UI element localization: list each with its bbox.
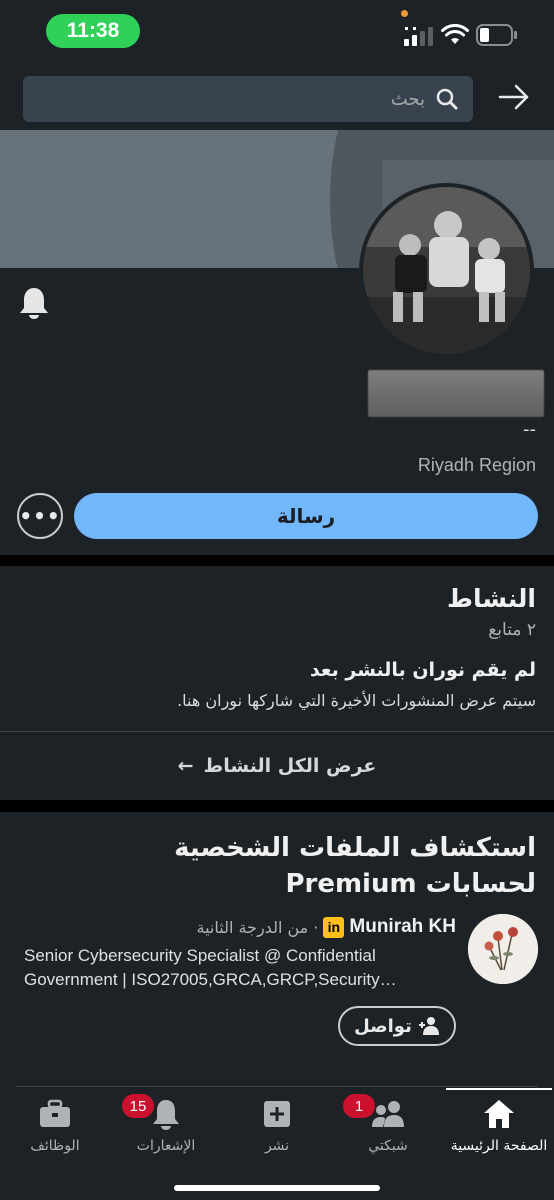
nav-home-label: الصفحة الرئيسية bbox=[450, 1138, 548, 1154]
bottom-navigation: الصفحة الرئيسية شبكتي 1 نشر الإشعارات 15… bbox=[0, 1088, 554, 1200]
linkedin-premium-badge-icon: in bbox=[323, 916, 345, 938]
recommendation-name[interactable]: Munirah KH bbox=[349, 916, 456, 938]
profile-headline: -- bbox=[523, 419, 536, 440]
divider bbox=[16, 1086, 538, 1087]
profile-name-redacted bbox=[368, 370, 544, 417]
avatar-photo bbox=[363, 187, 530, 354]
followers-count[interactable]: ٢ متابع bbox=[488, 620, 536, 640]
back-arrow-icon[interactable] bbox=[498, 82, 530, 112]
arrow-left-icon: ← bbox=[177, 755, 194, 777]
profile-avatar[interactable] bbox=[359, 183, 534, 358]
active-tab-indicator bbox=[446, 1088, 552, 1090]
profile-location: Riyadh Region bbox=[417, 455, 536, 475]
explore-title: استكشاف الملفات الشخصية لحسابات Premium bbox=[174, 833, 536, 899]
search-placeholder: بحث bbox=[390, 88, 425, 110]
nav-notifications-label: الإشعارات bbox=[136, 1138, 196, 1154]
explore-premium-section: استكشاف الملفات الشخصية لحسابات Premium … bbox=[0, 812, 554, 1088]
nav-post-label: نشر bbox=[264, 1138, 290, 1154]
nav-jobs[interactable]: الوظائف bbox=[0, 1096, 110, 1154]
recommendation-headline: Senior Cybersecurity Specialist @ Confid… bbox=[24, 946, 397, 989]
follow-bell-icon[interactable] bbox=[18, 286, 50, 320]
activity-section: النشاط ٢ متابع لم يقم نوران بالنشر بعد س… bbox=[0, 566, 554, 800]
battery-icon bbox=[476, 24, 517, 46]
search-icon bbox=[436, 88, 458, 110]
activity-empty-subtitle: سيتم عرض المنشورات الأخيرة التي شاركها ن… bbox=[177, 691, 536, 710]
add-person-icon bbox=[418, 1017, 439, 1035]
notifications-badge: 15 bbox=[122, 1094, 154, 1118]
show-all-activity-button[interactable]: عرض الكل النشاط ← bbox=[0, 732, 554, 800]
more-options-button[interactable]: ••• bbox=[17, 493, 63, 539]
recommendation-name-row[interactable]: Munirah KH in · من الدرجة الثانية bbox=[196, 916, 456, 938]
network-icon bbox=[372, 1101, 404, 1127]
activity-title: النشاط bbox=[447, 584, 536, 613]
connect-label: تواصل bbox=[354, 1015, 412, 1037]
post-icon bbox=[264, 1101, 290, 1127]
nav-home[interactable]: الصفحة الرئيسية bbox=[444, 1096, 554, 1154]
show-all-label: عرض الكل النشاط bbox=[203, 755, 377, 777]
nav-network-label: شبكتي bbox=[368, 1138, 408, 1154]
activity-empty-title: لم يقم نوران بالنشر بعد bbox=[309, 659, 536, 681]
nav-jobs-label: الوظائف bbox=[30, 1138, 80, 1154]
network-badge: 1 bbox=[343, 1094, 375, 1118]
privacy-indicator-dot bbox=[401, 10, 408, 17]
flower-illustration bbox=[468, 914, 538, 984]
recommendation-avatar[interactable] bbox=[468, 914, 538, 984]
search-input[interactable]: بحث bbox=[23, 76, 473, 122]
message-button[interactable]: رسالة bbox=[74, 493, 538, 539]
briefcase-icon bbox=[40, 1099, 70, 1127]
cellular-signal-icon bbox=[404, 27, 433, 46]
connect-button[interactable]: تواصل bbox=[338, 1006, 456, 1046]
profile-card: -- Riyadh Region ••• رسالة bbox=[0, 130, 554, 555]
bell-icon bbox=[153, 1100, 179, 1130]
home-icon bbox=[484, 1100, 514, 1128]
connection-degree: · من الدرجة الثانية bbox=[196, 917, 319, 937]
status-time: 11:38 bbox=[46, 14, 140, 48]
more-options-icon: ••• bbox=[19, 504, 61, 528]
top-header: بحث bbox=[0, 66, 554, 130]
status-bar: 11:38 bbox=[0, 0, 554, 66]
wifi-icon bbox=[441, 24, 469, 44]
home-indicator bbox=[174, 1185, 380, 1191]
nav-post[interactable]: نشر bbox=[222, 1096, 332, 1154]
